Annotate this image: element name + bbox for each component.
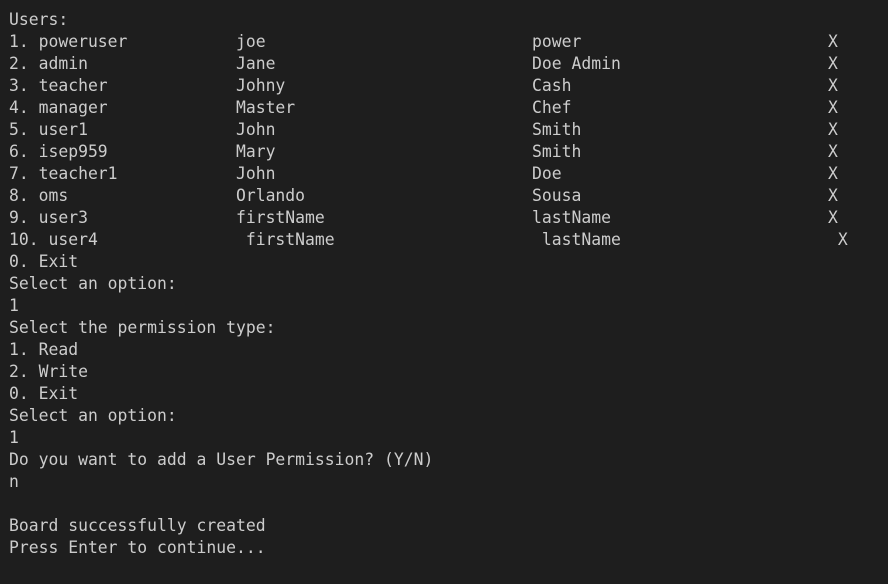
terminal-line-user-input: 1 xyxy=(9,296,19,315)
terminal-line-user-10: 10. user4 firstName lastName X xyxy=(9,230,848,249)
terminal-line-user-8: 8. oms Orlando Sousa X xyxy=(9,186,838,205)
terminal-line-user-input-2: 1 xyxy=(9,428,19,447)
terminal-line-user-4: 4. manager Master Chef X xyxy=(9,98,838,117)
terminal-line-user-input-3: n xyxy=(9,472,19,491)
terminal-input-line[interactable] xyxy=(9,559,888,581)
terminal-line-permission-write: 2. Write xyxy=(9,362,88,381)
terminal-line-users-header: Users: xyxy=(9,10,69,29)
terminal-line-user-9: 9. user3 firstName lastName X xyxy=(9,208,838,227)
terminal-output: Users: 1. poweruser joe power X 2. admin… xyxy=(9,9,888,559)
terminal-line-permission-read: 1. Read xyxy=(9,340,79,359)
terminal-line-select-prompt: Select an option: xyxy=(9,274,177,293)
terminal-line-permission-exit: 0. Exit xyxy=(9,384,79,403)
terminal-line-add-permission-prompt: Do you want to add a User Permission? (Y… xyxy=(9,450,434,469)
terminal-line-select-prompt-2: Select an option: xyxy=(9,406,177,425)
terminal-window[interactable]: Users: 1. poweruser joe power X 2. admin… xyxy=(0,0,888,584)
terminal-line-user-5: 5. user1 John Smith X xyxy=(9,120,838,139)
terminal-line-user-6: 6. isep959 Mary Smith X xyxy=(9,142,838,161)
terminal-line-permission-prompt: Select the permission type: xyxy=(9,318,276,337)
terminal-line-success-message: Board successfully created xyxy=(9,516,266,535)
terminal-line-user-2: 2. admin Jane Doe Admin X xyxy=(9,54,838,73)
terminal-line-exit-option: 0. Exit xyxy=(9,252,79,271)
terminal-line-user-7: 7. teacher1 John Doe X xyxy=(9,164,838,183)
terminal-line-continue-prompt: Press Enter to continue... xyxy=(9,538,266,557)
terminal-line-user-3: 3. teacher Johny Cash X xyxy=(9,76,838,95)
terminal-line-user-1: 1. poweruser joe power X xyxy=(9,32,838,51)
